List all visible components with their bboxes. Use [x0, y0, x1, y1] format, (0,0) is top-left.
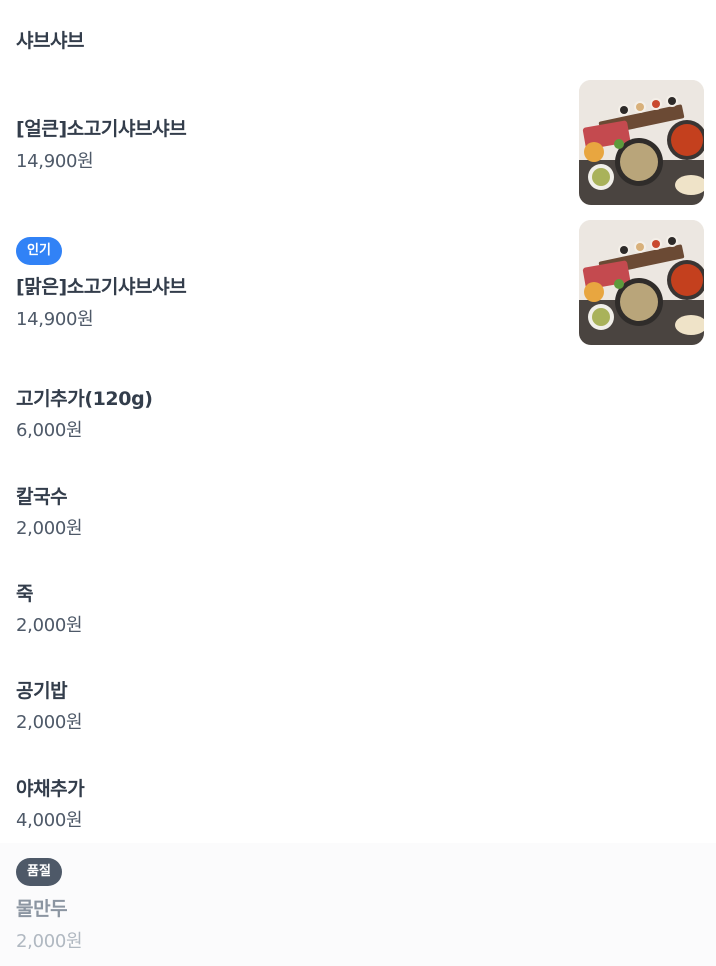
menu-item-price: 6,000원 — [16, 420, 83, 441]
menu-item-price: 2,000원 — [16, 712, 83, 733]
shabu-shabu-photo — [579, 220, 704, 345]
menu-item-name: 죽 — [16, 583, 34, 605]
menu-item-price: 2,000원 — [16, 931, 83, 952]
menu-item-name: 야채추가 — [16, 778, 85, 800]
menu-item-porridge[interactable]: 죽 2,000원 — [0, 570, 716, 640]
menu-item-spicy-beef-shabu[interactable]: [얼큰]소고기샤브샤브 14,900원 — [0, 80, 716, 205]
menu-item-price: 2,000원 — [16, 518, 83, 539]
menu-item-mul-mandu[interactable]: 품절 물만두 2,000원 — [0, 843, 716, 966]
section-title: 샤브샤브 — [16, 30, 84, 52]
menu-item-price: 2,000원 — [16, 615, 83, 636]
menu-item-kalguksu[interactable]: 칼국수 2,000원 — [0, 473, 716, 543]
soldout-badge: 품절 — [16, 858, 62, 886]
menu-item-name: [맑은]소고기샤브샤브 — [16, 276, 187, 298]
shabu-shabu-photo — [579, 80, 704, 205]
menu-item-price: 14,900원 — [16, 151, 94, 172]
menu-item-name: 공기밥 — [16, 680, 68, 702]
menu-item-name: [얼큰]소고기샤브샤브 — [16, 118, 187, 140]
menu-item-extra-meat[interactable]: 고기추가(120g) 6,000원 — [0, 375, 716, 445]
menu-item-rice[interactable]: 공기밥 2,000원 — [0, 667, 716, 737]
popular-badge: 인기 — [16, 237, 62, 265]
menu-item-price: 4,000원 — [16, 810, 83, 831]
menu-item-name: 고기추가(120g) — [16, 388, 153, 410]
menu-item-price: 14,900원 — [16, 309, 94, 330]
menu-item-clear-beef-shabu[interactable]: 인기 [맑은]소고기샤브샤브 14,900원 — [0, 220, 716, 345]
menu-item-extra-vegetables[interactable]: 야채추가 4,000원 — [0, 765, 716, 835]
menu-item-name: 칼국수 — [16, 486, 68, 508]
menu-item-name: 물만두 — [16, 898, 68, 920]
